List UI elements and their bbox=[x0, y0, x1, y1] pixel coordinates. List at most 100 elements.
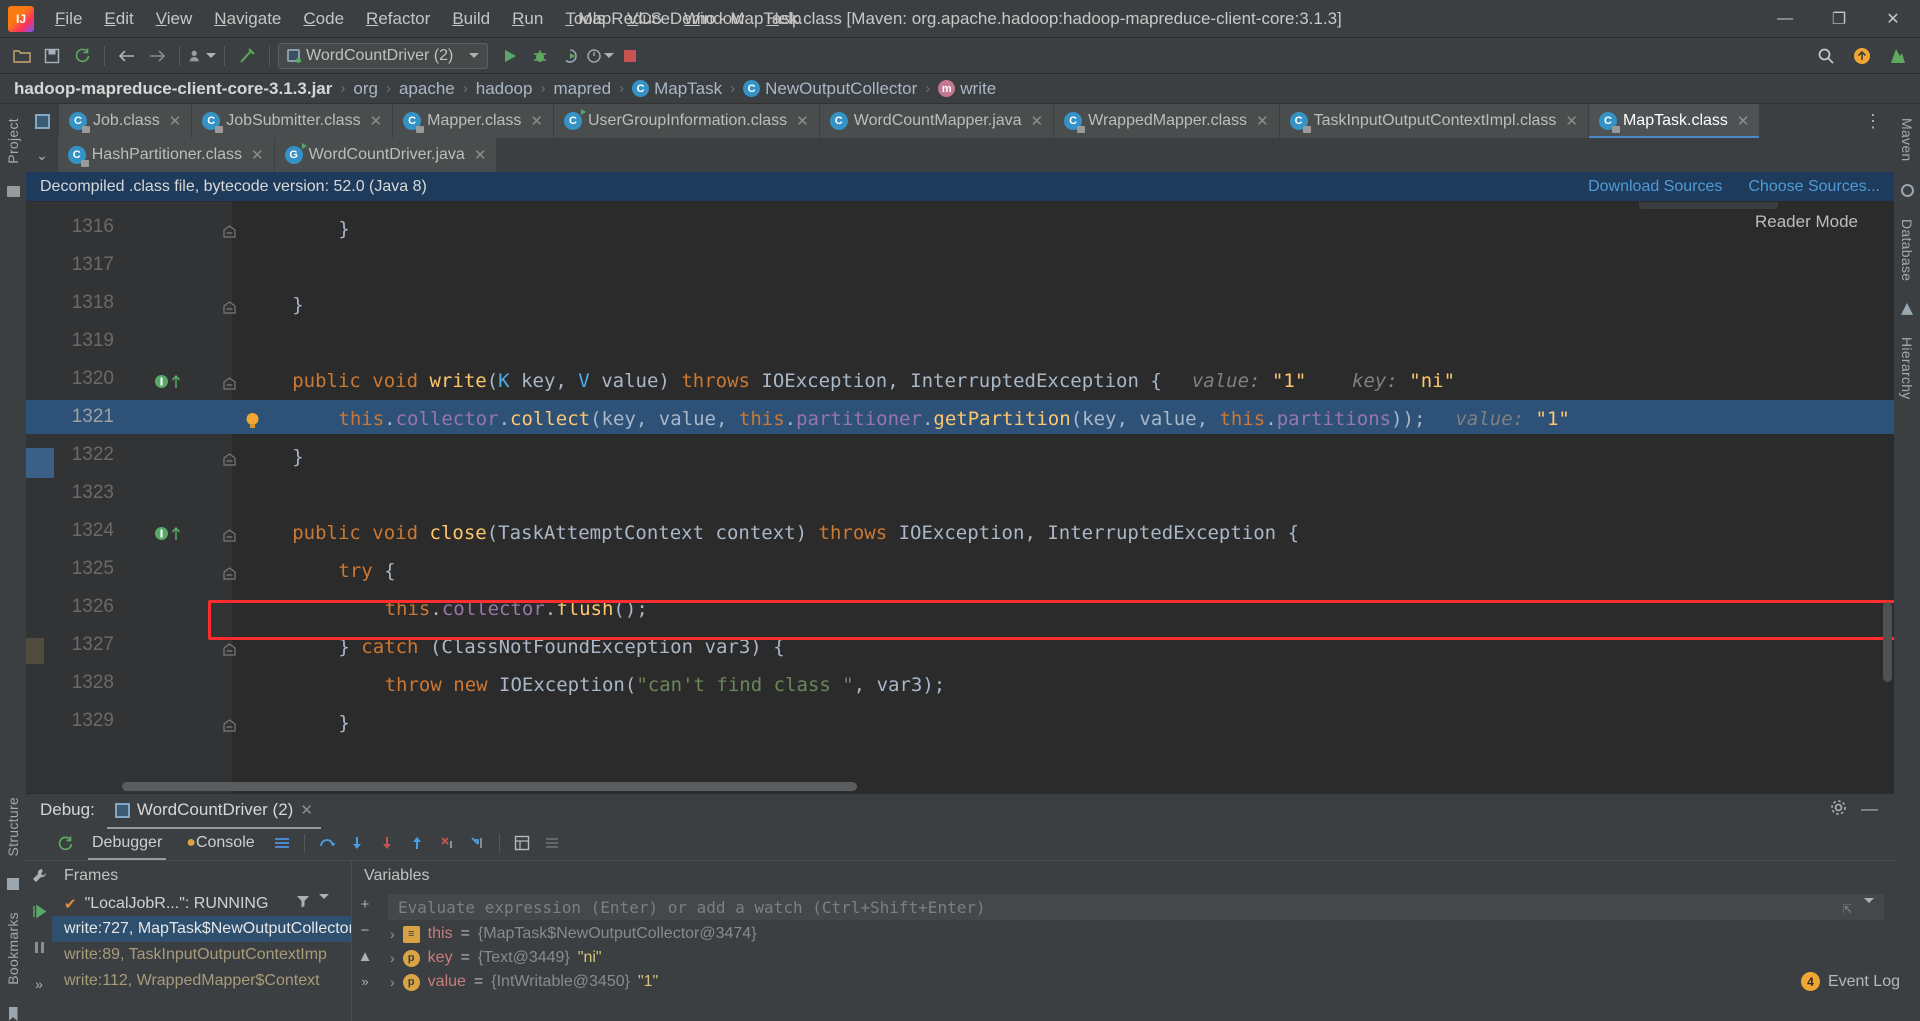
chevron-down-icon[interactable] bbox=[319, 894, 329, 899]
editor-tab-maptask-class[interactable]: C MapTask.class ✕ bbox=[1588, 104, 1761, 138]
evaluate-expression-icon[interactable] bbox=[509, 831, 535, 855]
layout-settings-icon[interactable] bbox=[539, 831, 565, 855]
editor-vertical-scrollbar[interactable] bbox=[1883, 602, 1892, 682]
force-step-into-icon[interactable] bbox=[374, 831, 400, 855]
expand-icon[interactable]: ⇱ bbox=[1842, 898, 1852, 917]
choose-sources-link[interactable]: Choose Sources... bbox=[1748, 178, 1880, 196]
breadcrumb-item-write[interactable]: m write bbox=[936, 79, 998, 99]
updates-icon[interactable] bbox=[1848, 43, 1876, 69]
download-sources-link[interactable]: Download Sources bbox=[1588, 178, 1722, 196]
evaluate-expression-input[interactable]: Evaluate expression (Enter) or add a wat… bbox=[388, 894, 1884, 920]
close-button[interactable]: ✕ bbox=[1866, 0, 1920, 38]
sidebar-item-database[interactable]: Database bbox=[1899, 211, 1915, 289]
menu-item-view[interactable]: View bbox=[145, 5, 204, 33]
close-icon[interactable]: ✕ bbox=[530, 112, 543, 130]
save-all-icon[interactable] bbox=[38, 43, 66, 69]
sidebar-item-bookmarks[interactable]: Bookmarks bbox=[5, 904, 21, 993]
run-to-cursor-icon[interactable] bbox=[464, 831, 490, 855]
code-line-1327[interactable]: } catch (ClassNotFoundException var3) { bbox=[338, 636, 784, 658]
tab-overflow-button[interactable]: ⋮ bbox=[1852, 104, 1894, 138]
variable-row[interactable]: › ≡ this = {MapTask$NewOutputCollector@3474} bbox=[378, 922, 1894, 946]
chevron-down-icon[interactable]: ⌄ bbox=[26, 138, 58, 172]
editor-tab-wordcountmapper-java[interactable]: C WordCountMapper.java ✕ bbox=[819, 104, 1055, 138]
frame-row[interactable]: write:727, MapTask$NewOutputCollector bbox=[52, 916, 351, 942]
pause-program-icon[interactable] bbox=[32, 940, 47, 960]
code-line-1321[interactable]: this.collector.collect(key, value, this.… bbox=[338, 408, 1569, 430]
close-icon[interactable]: ✕ bbox=[1565, 112, 1578, 130]
reader-mode-label[interactable]: Reader Mode bbox=[1755, 212, 1858, 232]
thread-selector[interactable]: ✔ "LocalJobR...": RUNNING bbox=[52, 891, 351, 916]
editor-tab-taskinputoutputcontextimpl-class[interactable]: C TaskInputOutputContextImpl.class ✕ bbox=[1279, 104, 1589, 138]
step-over-icon[interactable] bbox=[314, 831, 340, 855]
back-arrow-icon[interactable] bbox=[113, 43, 141, 69]
editor-tab-jobsubmitter-class[interactable]: C JobSubmitter.class ✕ bbox=[192, 104, 394, 138]
chevron-right-icon[interactable]: › bbox=[390, 926, 395, 942]
code-editor[interactable]: 1316 1317 1318 1319 1320 1321 1322 1323 1324 1325… bbox=[26, 202, 1894, 793]
open-folder-icon[interactable] bbox=[8, 43, 36, 69]
more-actions-icon[interactable]: » bbox=[35, 976, 43, 992]
minimize-panel-icon[interactable]: — bbox=[1861, 799, 1878, 821]
step-out-icon[interactable] bbox=[404, 831, 430, 855]
frames-list[interactable]: write:727, MapTask$NewOutputCollector wri… bbox=[52, 916, 351, 994]
close-icon[interactable]: ✕ bbox=[796, 112, 809, 130]
move-up-icon[interactable]: ▲ bbox=[358, 948, 373, 965]
maximize-button[interactable]: ❐ bbox=[1812, 0, 1866, 38]
editor-tab-usergroupinformation-class[interactable]: C UserGroupInformation.class ✕ bbox=[553, 104, 820, 138]
tab-list-icon[interactable] bbox=[26, 104, 59, 138]
filter-icon[interactable] bbox=[296, 894, 310, 913]
close-icon[interactable]: ✕ bbox=[300, 801, 313, 819]
chevron-right-icon[interactable]: › bbox=[390, 974, 395, 990]
breadcrumb-item-mapred[interactable]: mapred bbox=[551, 79, 613, 99]
variables-list[interactable]: › ≡ this = {MapTask$NewOutputCollector@3474}… bbox=[378, 922, 1894, 994]
close-icon[interactable]: ✕ bbox=[370, 112, 383, 130]
close-icon[interactable]: ✕ bbox=[474, 146, 487, 164]
close-icon[interactable]: ✕ bbox=[251, 146, 264, 164]
code-line-1329[interactable]: } bbox=[338, 712, 349, 734]
forward-arrow-icon[interactable] bbox=[143, 43, 171, 69]
menu-item-file[interactable]: File bbox=[44, 5, 93, 33]
menu-item-run[interactable]: Run bbox=[501, 5, 554, 33]
profile-icon[interactable] bbox=[188, 43, 216, 69]
menu-item-edit[interactable]: Edit bbox=[93, 5, 144, 33]
settings-gear-icon[interactable] bbox=[1830, 799, 1847, 821]
more-actions-icon[interactable]: » bbox=[361, 974, 368, 989]
ime-language-bar[interactable]: En ·, 半 bbox=[1638, 202, 1778, 209]
close-icon[interactable]: ✕ bbox=[169, 112, 182, 130]
override-method-marker-icon[interactable] bbox=[154, 526, 181, 541]
sidebar-item-maven[interactable]: Maven bbox=[1899, 110, 1915, 170]
code-line-1316[interactable]: } bbox=[338, 218, 349, 240]
stop-icon[interactable] bbox=[616, 43, 644, 69]
menu-item-refactor[interactable]: Refactor bbox=[355, 5, 441, 33]
chevron-right-icon[interactable]: › bbox=[390, 950, 395, 966]
close-icon[interactable]: ✕ bbox=[1737, 112, 1750, 130]
tab-debugger[interactable]: Debugger bbox=[82, 829, 172, 860]
editor-tab-mapper-class[interactable]: C Mapper.class ✕ bbox=[393, 104, 554, 138]
step-into-icon[interactable] bbox=[344, 831, 370, 855]
add-watch-icon[interactable]: + bbox=[361, 896, 370, 913]
search-icon[interactable] bbox=[1812, 43, 1840, 69]
menu-item-build[interactable]: Build bbox=[441, 5, 501, 33]
run-configuration-selector[interactable]: WordCountDriver (2) bbox=[278, 42, 488, 69]
intention-bulb-icon[interactable] bbox=[244, 411, 261, 436]
ide-icon[interactable] bbox=[1884, 43, 1912, 69]
code-line-1322[interactable]: } bbox=[292, 446, 303, 468]
build-hammer-icon[interactable] bbox=[233, 43, 261, 69]
override-method-marker-icon[interactable] bbox=[154, 374, 181, 389]
chevron-down-icon[interactable] bbox=[1864, 897, 1874, 903]
menu-item-vcs[interactable]: VCS bbox=[616, 5, 673, 33]
sidebar-item-hierarchy[interactable]: Hierarchy bbox=[1899, 329, 1915, 408]
frame-row[interactable]: write:112, WrappedMapper$Context bbox=[52, 968, 351, 994]
code-line-1326[interactable]: this.collector.flush(); bbox=[385, 598, 648, 620]
editor-gutter[interactable]: 1316 1317 1318 1319 1320 1321 1322 1323 1324 1325… bbox=[26, 202, 236, 793]
settings-wrench-icon[interactable] bbox=[32, 868, 47, 888]
sidebar-item-structure[interactable]: Structure bbox=[5, 789, 21, 865]
variable-row[interactable]: › p key = {Text@3449} "ni" bbox=[378, 946, 1894, 970]
minimize-button[interactable]: — bbox=[1758, 0, 1812, 38]
profiler-icon[interactable] bbox=[586, 43, 614, 69]
variable-row[interactable]: › p value = {IntWritable@3450} "1" bbox=[378, 970, 1894, 994]
ime-skin-icon[interactable] bbox=[1742, 202, 1768, 204]
menu-item-tools[interactable]: Tools bbox=[554, 5, 616, 33]
show-execution-point-icon[interactable] bbox=[269, 831, 295, 855]
menu-item-window[interactable]: Window bbox=[673, 5, 755, 33]
code-line-1328[interactable]: throw new IOException("can't find class … bbox=[385, 674, 946, 696]
